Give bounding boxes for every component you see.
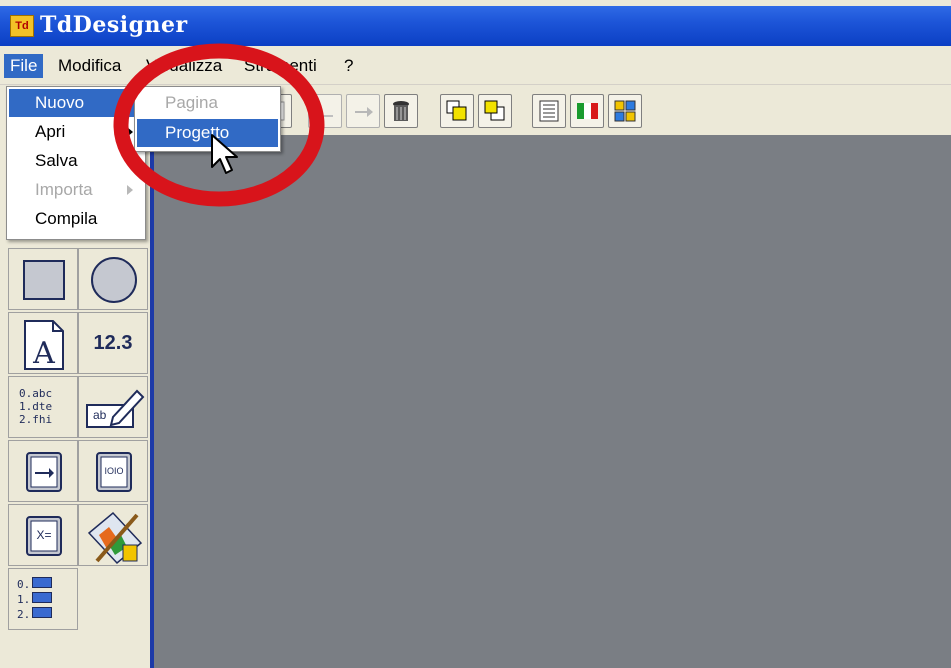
menu-strumenti[interactable]: Strumenti (238, 54, 323, 78)
menu-visualizza[interactable]: Visualizza (140, 54, 228, 78)
submenu-item-pagina: Pagina (137, 89, 278, 117)
edit-field-label: ab (93, 408, 107, 422)
color-palette-icon (614, 100, 636, 122)
menu-item-compila[interactable]: Compila (9, 205, 143, 233)
menu-help[interactable]: ? (338, 54, 359, 78)
circle-icon (91, 257, 137, 303)
menu-bar: File Modifica Visualizza Strumenti ? (0, 46, 951, 85)
text-tool[interactable]: A (8, 312, 78, 374)
submenu-arrow-icon (127, 127, 133, 137)
send-back-icon (484, 100, 505, 121)
trash-icon (393, 101, 409, 121)
app-icon: Td (10, 15, 34, 37)
grid-icon (539, 100, 559, 122)
menu-item-label: Apri (35, 122, 66, 141)
submenu-item-label: Pagina (165, 93, 218, 112)
image-tool[interactable] (78, 504, 148, 566)
button-tool[interactable] (8, 440, 78, 502)
window-title: TdDesigner (40, 12, 188, 38)
redo-button[interactable] (346, 94, 380, 128)
grid-button[interactable] (532, 94, 566, 128)
redo-icon (355, 107, 373, 117)
menu-file[interactable]: File (4, 54, 44, 78)
menu-item-apri[interactable]: Apri (9, 118, 143, 146)
colors-button[interactable] (608, 94, 642, 128)
send-back-button[interactable] (478, 94, 512, 128)
language-flag-icon (577, 103, 598, 119)
list-tool[interactable]: 0.abc 1.dte 2.fhi (8, 376, 78, 438)
menu-item-nuovo[interactable]: Nuovo (9, 89, 143, 117)
bring-front-button[interactable] (440, 94, 474, 128)
arrow-button-icon (26, 452, 62, 492)
edit-field-tool[interactable]: ab (78, 376, 148, 438)
formula-tool[interactable]: X= (8, 504, 78, 566)
menu-item-label: Importa (35, 180, 93, 199)
design-canvas[interactable] (150, 135, 951, 668)
binary-label: IOIO (104, 466, 124, 476)
list-line: 2.fhi (19, 413, 53, 426)
mouse-cursor-icon (211, 134, 238, 174)
paint-brush-icon (87, 511, 143, 565)
title-bar: Td TdDesigner (0, 6, 951, 46)
image-list-tool[interactable]: 0. 1. 2. (8, 568, 78, 630)
nuovo-submenu: Pagina Progetto (134, 86, 281, 152)
menu-item-label: Salva (35, 151, 78, 170)
language-button[interactable] (570, 94, 604, 128)
undo-button[interactable] (308, 94, 342, 128)
menu-item-label: Compila (35, 209, 98, 228)
rectangle-tool[interactable] (8, 248, 78, 310)
list-line: 1.dte (19, 400, 53, 413)
application-window: Td TdDesigner File Modifica Visualizza S… (0, 0, 951, 668)
binary-tool[interactable]: IOIO (78, 440, 148, 502)
square-icon (23, 260, 65, 300)
bring-front-icon (446, 100, 467, 121)
menu-item-label: Nuovo (35, 93, 85, 112)
menu-item-importa: Importa (9, 176, 143, 204)
tool-palette: A 12.3 0.abc 1.dte 2.fhi ab IOIO X= 0. 1… (0, 240, 150, 668)
undo-icon (315, 111, 333, 121)
ellipse-tool[interactable] (78, 248, 148, 310)
list-line: 0.abc (19, 387, 53, 400)
file-menu-dropdown: Nuovo Apri Salva Importa Compila (6, 86, 146, 240)
number-tool[interactable]: 12.3 (78, 312, 148, 374)
delete-button[interactable] (384, 94, 418, 128)
formula-label: X= (36, 528, 52, 542)
letter-a-icon: A (24, 320, 64, 371)
submenu-arrow-icon (127, 185, 133, 195)
number-tool-label: 12.3 (93, 331, 133, 354)
menu-modifica[interactable]: Modifica (52, 54, 127, 78)
pencil-field-icon (86, 389, 145, 428)
image-list-line: 1. (17, 592, 53, 607)
image-list-line: 0. (17, 577, 53, 592)
image-list-line: 2. (17, 607, 53, 622)
submenu-item-progetto[interactable]: Progetto (137, 119, 278, 147)
svg-text:A: A (32, 336, 55, 371)
menu-item-salva[interactable]: Salva (9, 147, 143, 175)
